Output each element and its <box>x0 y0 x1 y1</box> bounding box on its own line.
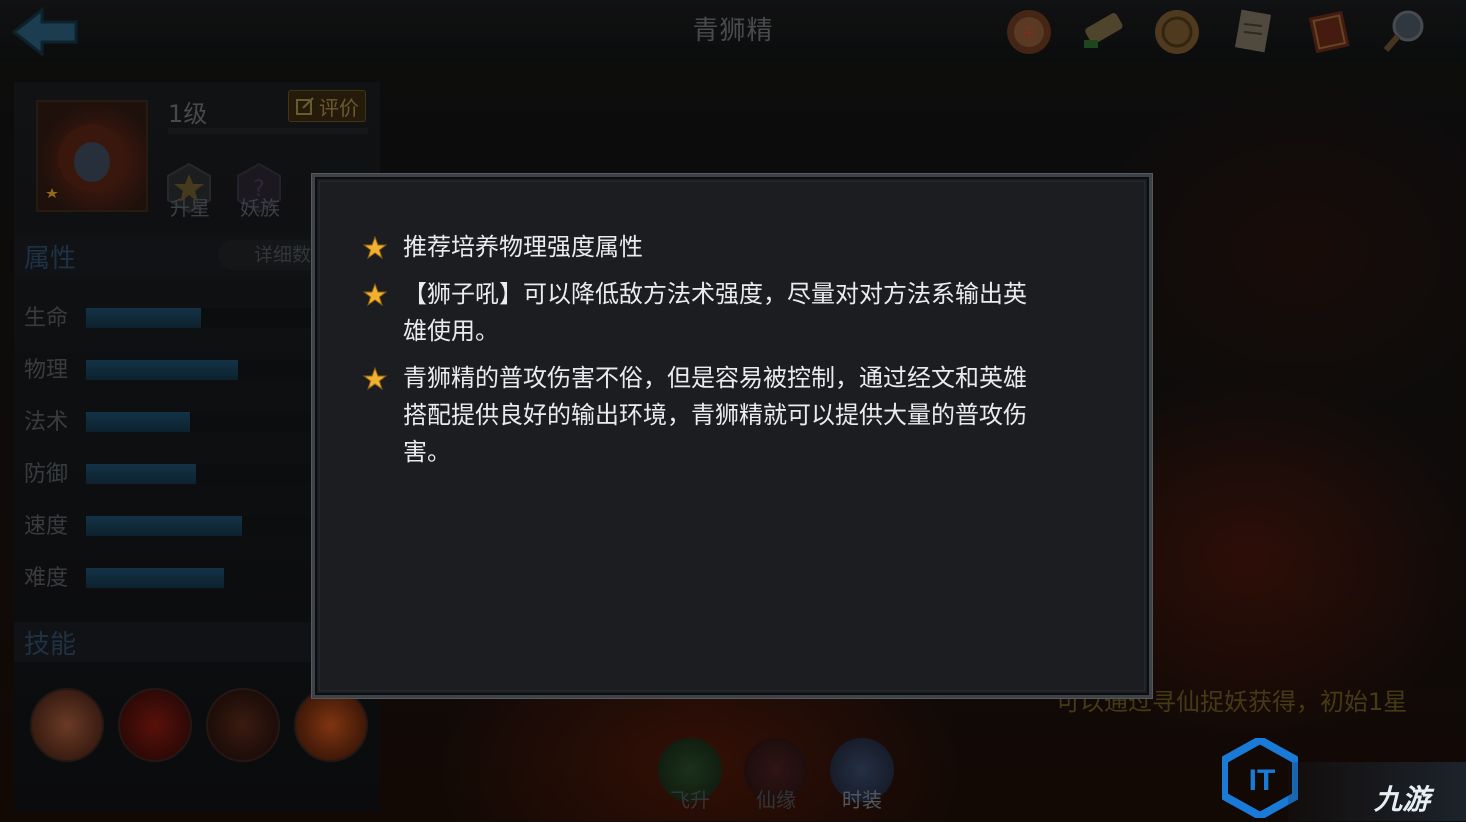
star-bullet-icon <box>363 367 387 391</box>
it-logo-icon: IT <box>1220 735 1300 821</box>
watermark: 九游 <box>1374 783 1431 816</box>
tip-text: 害。 <box>403 438 451 466</box>
tip-item: 青狮精的普攻伤害不俗，但是容易被控制，通过经文和英雄 搭配提供良好的输出环境，青… <box>363 360 1043 471</box>
tip-item: 【狮子吼】可以降低敌方法术强度，尽量对对方法系输出英 雄使用。 <box>363 276 1043 350</box>
svg-text:IT: IT <box>1249 764 1276 797</box>
star-bullet-icon <box>363 283 387 307</box>
tips-dialog: 推荐培养物理强度属性 【狮子吼】可以降低敌方法术强度，尽量对对方法系输出英 雄使… <box>312 174 1152 698</box>
it-logo: IT <box>1220 735 1300 821</box>
star-bullet-icon <box>363 236 387 260</box>
tip-text: 搭配提供良好的输出环境，青狮精就可以提供大量的普攻伤 <box>403 401 1027 429</box>
tip-text: 青狮精的普攻伤害不俗，但是容易被控制，通过经文和英雄 <box>403 364 1027 392</box>
tip-text: 【狮子吼】可以降低敌方法术强度，尽量对对方法系输出英 <box>403 280 1027 308</box>
tip-text: 推荐培养物理强度属性 <box>403 233 643 261</box>
tip-text: 雄使用。 <box>403 317 499 345</box>
tip-item: 推荐培养物理强度属性 <box>363 229 1043 266</box>
